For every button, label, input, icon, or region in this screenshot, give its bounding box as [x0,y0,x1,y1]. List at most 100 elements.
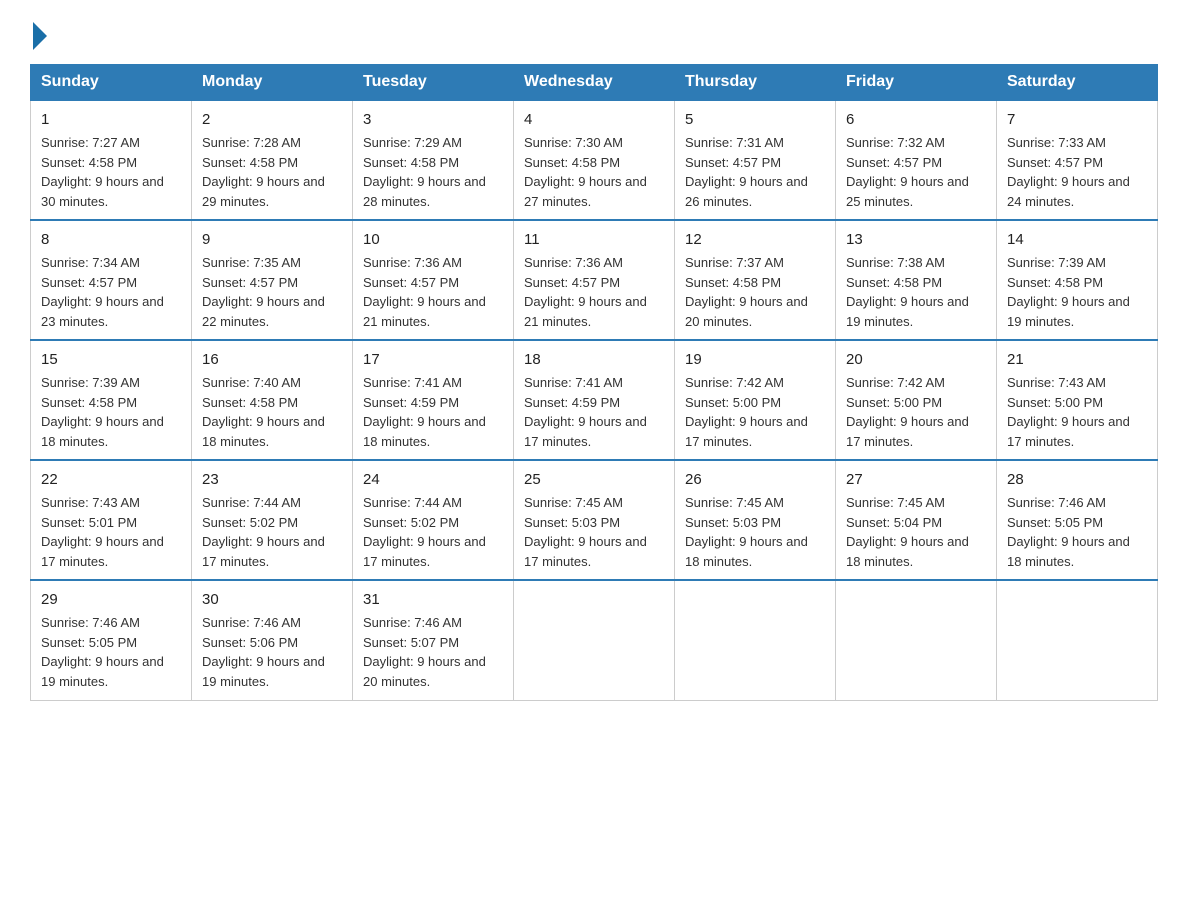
calendar-cell: 26Sunrise: 7:45 AMSunset: 5:03 PMDayligh… [675,460,836,580]
day-number: 1 [41,108,181,131]
weekday-header-monday: Monday [192,65,353,101]
day-number: 25 [524,468,664,491]
calendar-cell: 28Sunrise: 7:46 AMSunset: 5:05 PMDayligh… [997,460,1158,580]
day-info: Sunrise: 7:38 AMSunset: 4:58 PMDaylight:… [846,253,986,331]
day-number: 29 [41,588,181,611]
day-info: Sunrise: 7:42 AMSunset: 5:00 PMDaylight:… [685,373,825,451]
calendar-week-row: 1Sunrise: 7:27 AMSunset: 4:58 PMDaylight… [31,100,1158,220]
calendar-cell: 17Sunrise: 7:41 AMSunset: 4:59 PMDayligh… [353,340,514,460]
day-number: 31 [363,588,503,611]
day-info: Sunrise: 7:39 AMSunset: 4:58 PMDaylight:… [1007,253,1147,331]
calendar-cell: 22Sunrise: 7:43 AMSunset: 5:01 PMDayligh… [31,460,192,580]
day-number: 18 [524,348,664,371]
day-info: Sunrise: 7:37 AMSunset: 4:58 PMDaylight:… [685,253,825,331]
weekday-header-saturday: Saturday [997,65,1158,101]
calendar-cell: 9Sunrise: 7:35 AMSunset: 4:57 PMDaylight… [192,220,353,340]
calendar-cell: 31Sunrise: 7:46 AMSunset: 5:07 PMDayligh… [353,580,514,700]
logo [30,20,47,46]
day-info: Sunrise: 7:46 AMSunset: 5:07 PMDaylight:… [363,613,503,691]
calendar-cell: 3Sunrise: 7:29 AMSunset: 4:58 PMDaylight… [353,100,514,220]
day-info: Sunrise: 7:34 AMSunset: 4:57 PMDaylight:… [41,253,181,331]
calendar-cell [997,580,1158,700]
day-info: Sunrise: 7:46 AMSunset: 5:06 PMDaylight:… [202,613,342,691]
page-header [30,20,1158,46]
day-info: Sunrise: 7:41 AMSunset: 4:59 PMDaylight:… [524,373,664,451]
calendar-cell: 10Sunrise: 7:36 AMSunset: 4:57 PMDayligh… [353,220,514,340]
calendar-cell: 8Sunrise: 7:34 AMSunset: 4:57 PMDaylight… [31,220,192,340]
day-number: 23 [202,468,342,491]
day-info: Sunrise: 7:35 AMSunset: 4:57 PMDaylight:… [202,253,342,331]
calendar-cell: 14Sunrise: 7:39 AMSunset: 4:58 PMDayligh… [997,220,1158,340]
day-info: Sunrise: 7:30 AMSunset: 4:58 PMDaylight:… [524,133,664,211]
calendar-week-row: 8Sunrise: 7:34 AMSunset: 4:57 PMDaylight… [31,220,1158,340]
day-number: 26 [685,468,825,491]
day-info: Sunrise: 7:29 AMSunset: 4:58 PMDaylight:… [363,133,503,211]
day-number: 15 [41,348,181,371]
calendar-cell [675,580,836,700]
weekday-header-tuesday: Tuesday [353,65,514,101]
day-info: Sunrise: 7:40 AMSunset: 4:58 PMDaylight:… [202,373,342,451]
day-info: Sunrise: 7:39 AMSunset: 4:58 PMDaylight:… [41,373,181,451]
day-number: 13 [846,228,986,251]
day-info: Sunrise: 7:33 AMSunset: 4:57 PMDaylight:… [1007,133,1147,211]
calendar-cell [514,580,675,700]
day-number: 16 [202,348,342,371]
day-number: 10 [363,228,503,251]
day-number: 4 [524,108,664,131]
calendar-week-row: 29Sunrise: 7:46 AMSunset: 5:05 PMDayligh… [31,580,1158,700]
day-number: 30 [202,588,342,611]
weekday-header-wednesday: Wednesday [514,65,675,101]
day-info: Sunrise: 7:32 AMSunset: 4:57 PMDaylight:… [846,133,986,211]
day-info: Sunrise: 7:41 AMSunset: 4:59 PMDaylight:… [363,373,503,451]
weekday-header-row: SundayMondayTuesdayWednesdayThursdayFrid… [31,65,1158,101]
calendar-cell: 25Sunrise: 7:45 AMSunset: 5:03 PMDayligh… [514,460,675,580]
day-info: Sunrise: 7:45 AMSunset: 5:03 PMDaylight:… [685,493,825,571]
day-number: 9 [202,228,342,251]
calendar-cell: 23Sunrise: 7:44 AMSunset: 5:02 PMDayligh… [192,460,353,580]
day-info: Sunrise: 7:43 AMSunset: 5:01 PMDaylight:… [41,493,181,571]
day-number: 2 [202,108,342,131]
day-number: 14 [1007,228,1147,251]
day-info: Sunrise: 7:31 AMSunset: 4:57 PMDaylight:… [685,133,825,211]
calendar-cell: 4Sunrise: 7:30 AMSunset: 4:58 PMDaylight… [514,100,675,220]
day-info: Sunrise: 7:45 AMSunset: 5:04 PMDaylight:… [846,493,986,571]
day-number: 11 [524,228,664,251]
day-info: Sunrise: 7:46 AMSunset: 5:05 PMDaylight:… [41,613,181,691]
day-number: 8 [41,228,181,251]
calendar-cell: 12Sunrise: 7:37 AMSunset: 4:58 PMDayligh… [675,220,836,340]
day-number: 5 [685,108,825,131]
day-number: 19 [685,348,825,371]
calendar-cell: 5Sunrise: 7:31 AMSunset: 4:57 PMDaylight… [675,100,836,220]
day-number: 27 [846,468,986,491]
calendar-cell: 1Sunrise: 7:27 AMSunset: 4:58 PMDaylight… [31,100,192,220]
day-info: Sunrise: 7:28 AMSunset: 4:58 PMDaylight:… [202,133,342,211]
day-info: Sunrise: 7:45 AMSunset: 5:03 PMDaylight:… [524,493,664,571]
calendar-table: SundayMondayTuesdayWednesdayThursdayFrid… [30,64,1158,701]
day-number: 3 [363,108,503,131]
day-info: Sunrise: 7:44 AMSunset: 5:02 PMDaylight:… [363,493,503,571]
calendar-week-row: 22Sunrise: 7:43 AMSunset: 5:01 PMDayligh… [31,460,1158,580]
day-number: 28 [1007,468,1147,491]
day-number: 17 [363,348,503,371]
day-info: Sunrise: 7:44 AMSunset: 5:02 PMDaylight:… [202,493,342,571]
calendar-cell: 15Sunrise: 7:39 AMSunset: 4:58 PMDayligh… [31,340,192,460]
calendar-cell: 19Sunrise: 7:42 AMSunset: 5:00 PMDayligh… [675,340,836,460]
day-info: Sunrise: 7:42 AMSunset: 5:00 PMDaylight:… [846,373,986,451]
calendar-cell [836,580,997,700]
weekday-header-thursday: Thursday [675,65,836,101]
weekday-header-friday: Friday [836,65,997,101]
calendar-cell: 2Sunrise: 7:28 AMSunset: 4:58 PMDaylight… [192,100,353,220]
day-number: 6 [846,108,986,131]
day-number: 12 [685,228,825,251]
calendar-cell: 24Sunrise: 7:44 AMSunset: 5:02 PMDayligh… [353,460,514,580]
calendar-cell: 20Sunrise: 7:42 AMSunset: 5:00 PMDayligh… [836,340,997,460]
logo-arrow-icon [33,22,47,50]
day-info: Sunrise: 7:27 AMSunset: 4:58 PMDaylight:… [41,133,181,211]
calendar-cell: 6Sunrise: 7:32 AMSunset: 4:57 PMDaylight… [836,100,997,220]
day-number: 21 [1007,348,1147,371]
calendar-week-row: 15Sunrise: 7:39 AMSunset: 4:58 PMDayligh… [31,340,1158,460]
calendar-cell: 27Sunrise: 7:45 AMSunset: 5:04 PMDayligh… [836,460,997,580]
day-number: 20 [846,348,986,371]
calendar-cell: 7Sunrise: 7:33 AMSunset: 4:57 PMDaylight… [997,100,1158,220]
calendar-cell: 29Sunrise: 7:46 AMSunset: 5:05 PMDayligh… [31,580,192,700]
